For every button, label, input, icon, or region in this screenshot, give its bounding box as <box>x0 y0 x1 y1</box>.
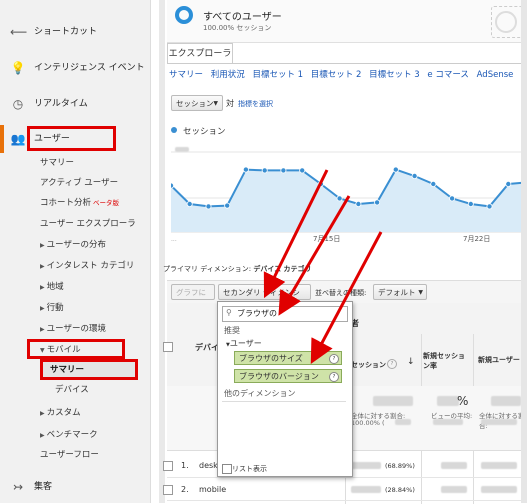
sidebar-item-user-distribution[interactable]: ▶ ユーザーの分布 <box>40 236 106 254</box>
cohort-label: コホート分析 <box>40 198 92 208</box>
sidebar-item-active-users[interactable]: アクティブ ユーザー <box>40 174 118 192</box>
triangle-right-icon: ▶ <box>40 432 45 439</box>
sidebar-label: リアルタイム <box>34 99 88 109</box>
sidebar-item-user-environment[interactable]: ▶ ユーザーの環境 <box>40 320 106 338</box>
highlight-box-users <box>27 126 116 151</box>
label: インタレスト カテゴリ <box>46 261 135 271</box>
label: カスタム <box>46 408 81 418</box>
sidebar-item-cohort[interactable]: コホート分析 ベータ版 <box>40 194 119 212</box>
sidebar-item-devices[interactable]: デバイス <box>55 381 89 399</box>
highlight-box-mobile <box>27 339 125 359</box>
label: 行動 <box>46 303 64 313</box>
sidebar-label: ショートカット <box>34 27 98 37</box>
arrow-1 <box>263 169 329 299</box>
sidebar-item-benchmark[interactable]: ▶ ベンチマーク <box>40 426 98 444</box>
sidebar-item-realtime[interactable]: ◷ リアルタイム <box>0 94 150 114</box>
beta-badge: ベータ版 <box>93 199 120 207</box>
arrow-2 <box>278 195 351 316</box>
shortcut-icon: ⟵ <box>10 25 28 39</box>
sidebar-item-shortcut[interactable]: ⟵ ショートカット <box>0 22 150 42</box>
sidebar-item-summary[interactable]: サマリー <box>40 154 74 172</box>
arrow-3 <box>310 231 383 364</box>
lightbulb-icon: 💡 <box>10 61 26 75</box>
main-content: すべてのユーザー 100.00% セッション エクスプローラ サマリー 利用状況… <box>151 0 527 504</box>
triangle-right-icon: ▶ <box>40 263 45 270</box>
sidebar-item-custom[interactable]: ▶ カスタム <box>40 404 81 422</box>
sidebar-item-intelligence[interactable]: 💡 インテリジェンス イベント <box>0 58 150 78</box>
triangle-right-icon: ▶ <box>40 326 45 333</box>
highlight-box-mobile-summary <box>40 359 138 380</box>
sidebar-item-user-flow[interactable]: ユーザーフロー <box>40 446 99 464</box>
sidebar-item-behavior[interactable]: ▶ 行動 <box>40 299 64 317</box>
label: ユーザーの分布 <box>46 240 106 250</box>
sidebar-item-interest-category[interactable]: ▶ インタレスト カテゴリ <box>40 257 134 275</box>
label: ベンチマーク <box>46 430 98 440</box>
triangle-right-icon: ▶ <box>40 242 45 249</box>
triangle-right-icon: ▶ <box>40 410 45 417</box>
acquisition-icon: ↣ <box>12 480 24 494</box>
sidebar: ⟵ ショートカット 💡 インテリジェンス イベント ◷ リアルタイム 👥 ユーザ… <box>0 0 151 503</box>
label: ユーザーの環境 <box>46 324 106 334</box>
label: 地域 <box>46 282 64 292</box>
clock-icon: ◷ <box>12 97 24 111</box>
sidebar-label: 集客 <box>34 482 53 492</box>
sidebar-item-region[interactable]: ▶ 地域 <box>40 278 64 296</box>
triangle-right-icon: ▶ <box>40 305 45 312</box>
annotation-arrows <box>263 169 383 364</box>
sidebar-label: インテリジェンス イベント <box>34 63 145 73</box>
sidebar-item-user-explorer[interactable]: ユーザー エクスプローラ <box>40 215 136 233</box>
triangle-right-icon: ▶ <box>40 284 45 291</box>
sidebar-item-acquisition[interactable]: ↣ 集客 <box>0 477 150 497</box>
users-icon: 👥 <box>10 132 26 146</box>
